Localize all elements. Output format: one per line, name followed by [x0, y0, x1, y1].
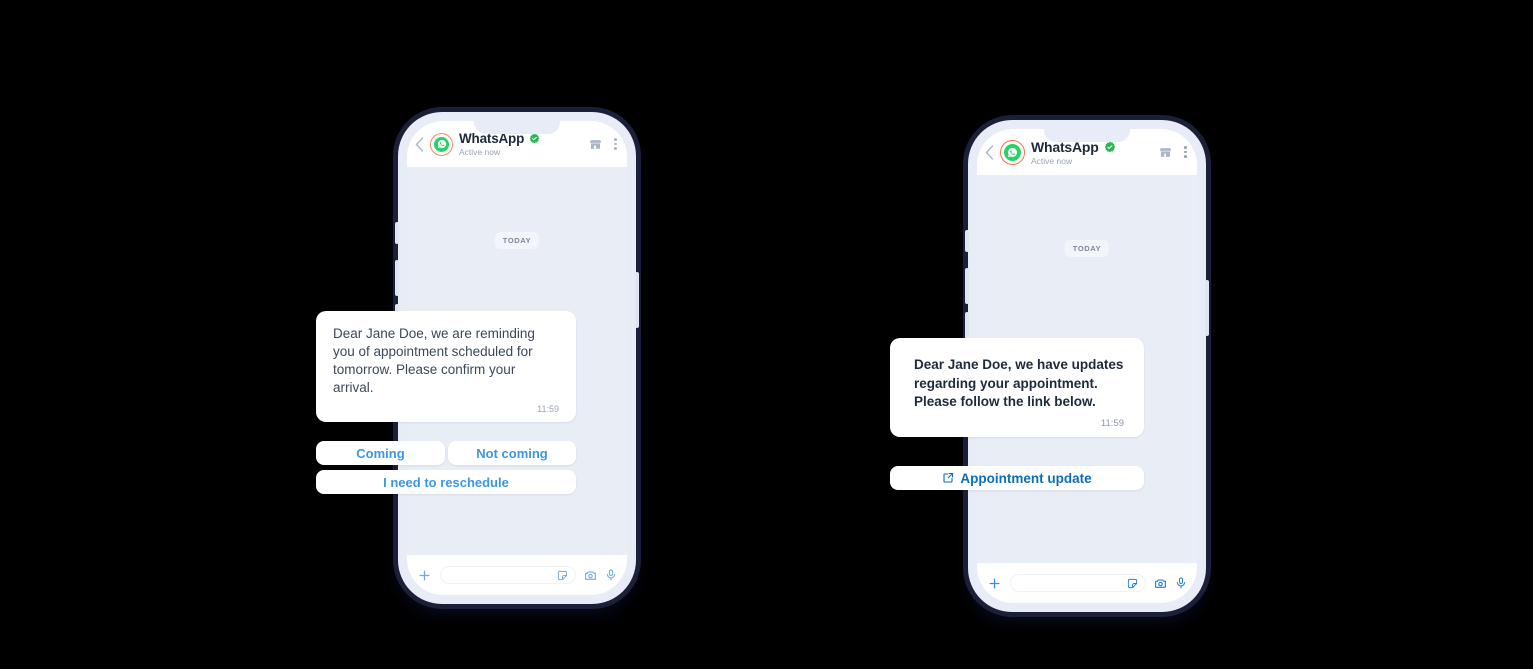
chat-status: Active now [459, 147, 501, 157]
microphone-icon[interactable] [605, 569, 617, 581]
link-button-label: Appointment update [960, 470, 1092, 486]
phone-side-button-mute [395, 222, 399, 244]
verified-badge-icon [529, 133, 540, 144]
phone-side-button-power [1205, 280, 1209, 336]
message-bubble-incoming: Dear Jane Doe, we are reminding you of a… [316, 311, 576, 422]
sticker-icon[interactable] [557, 570, 568, 581]
message-bubble-incoming: Dear Jane Doe, we have updates regarding… [890, 338, 1144, 437]
message-text: Dear Jane Doe, we have updates regarding… [914, 357, 1124, 409]
kebab-menu-icon[interactable] [614, 136, 617, 152]
sticker-icon[interactable] [1127, 578, 1138, 589]
chat-identity: WhatsApp Active now [459, 131, 583, 157]
quick-reply-reschedule-button[interactable]: I need to reschedule [316, 470, 576, 494]
microphone-icon[interactable] [1175, 577, 1187, 589]
camera-icon[interactable] [1154, 577, 1167, 590]
chevron-left-icon[interactable] [415, 136, 424, 152]
quick-reply-label: I need to reschedule [383, 474, 509, 490]
phone-side-button-power [635, 272, 639, 328]
header-actions [589, 136, 617, 152]
message-timestamp: 11:59 [537, 404, 559, 414]
date-divider: TODAY [1064, 240, 1110, 257]
chat-identity: WhatsApp Active now [1031, 139, 1153, 166]
phone-notch [1044, 129, 1130, 142]
kebab-menu-icon[interactable] [1184, 144, 1187, 160]
quick-reply-label: Coming [356, 445, 405, 461]
date-divider: TODAY [494, 232, 540, 249]
plus-icon[interactable] [417, 568, 432, 583]
quick-reply-not-coming-button[interactable]: Not coming [448, 441, 576, 465]
plus-icon[interactable] [987, 576, 1002, 591]
verified-badge-icon [1104, 141, 1116, 153]
phone-side-button-volume-up [395, 260, 399, 296]
phone-side-button-mute [965, 230, 969, 252]
storefront-icon[interactable] [1159, 146, 1172, 159]
message-timestamp: 11:59 [1100, 417, 1124, 429]
message-input-container[interactable] [440, 566, 576, 584]
quick-reply-coming-button[interactable]: Coming [316, 441, 445, 465]
chevron-left-icon[interactable] [985, 144, 994, 160]
message-text: Dear Jane Doe, we are reminding you of a… [333, 326, 535, 395]
avatar-core [1004, 143, 1021, 161]
message-composer [407, 555, 627, 595]
avatar-core [434, 136, 449, 152]
whatsapp-avatar-icon[interactable] [1000, 139, 1025, 165]
phone-side-button-volume-up [965, 268, 969, 304]
storefront-icon[interactable] [589, 138, 602, 151]
whatsapp-avatar-icon[interactable] [430, 132, 453, 156]
appointment-update-link-button[interactable]: Appointment update [890, 466, 1144, 490]
external-link-icon [942, 472, 954, 484]
message-composer [977, 563, 1197, 603]
quick-reply-label: Not coming [476, 445, 548, 461]
camera-icon[interactable] [584, 569, 597, 582]
chat-status: Active now [1031, 155, 1073, 166]
message-input-container[interactable] [1010, 574, 1146, 592]
header-actions [1159, 144, 1187, 160]
phone-notch [474, 121, 560, 134]
